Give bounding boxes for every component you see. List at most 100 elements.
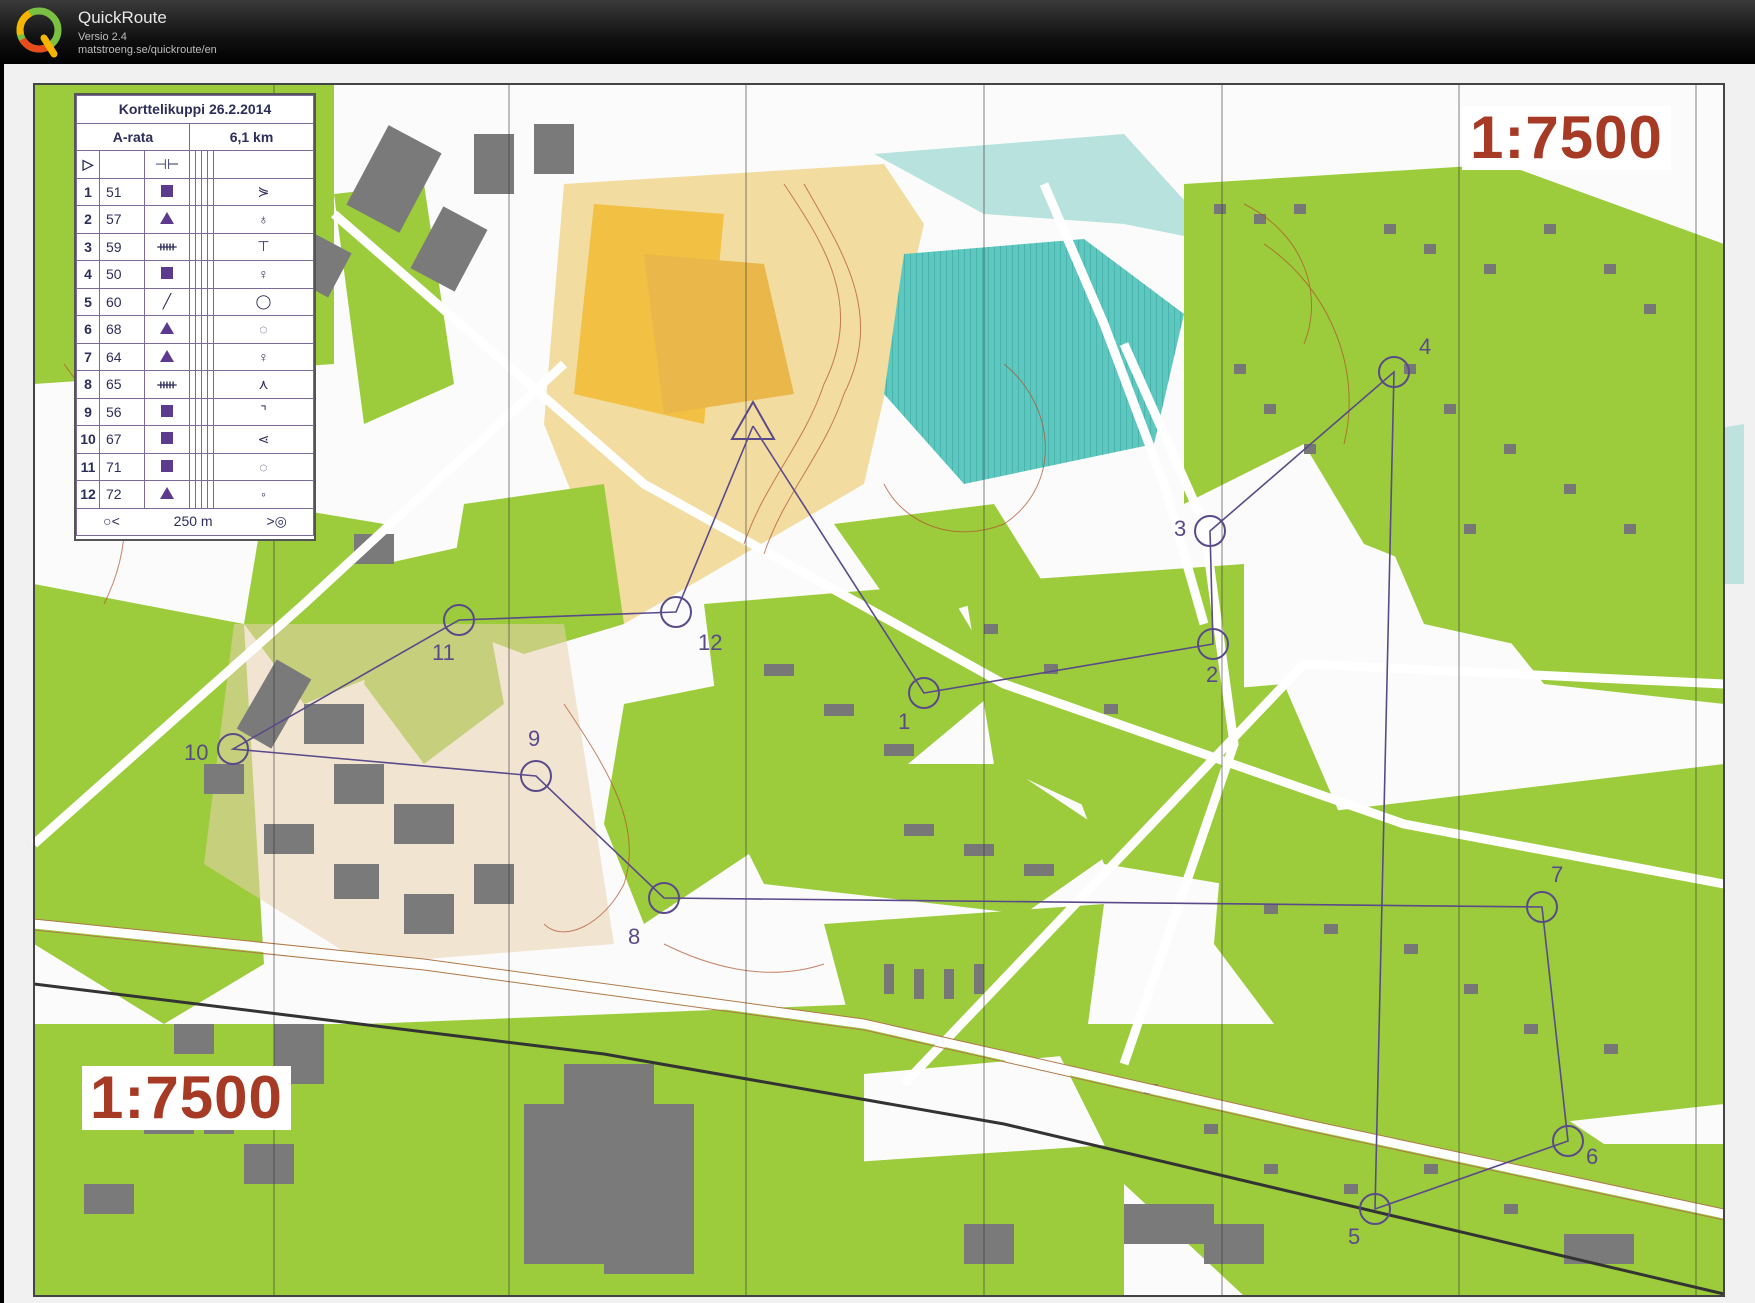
start-feature-icon: ⊣⊢ (144, 150, 190, 179)
control-code: 60 (99, 287, 145, 316)
control-number: 4 (76, 260, 100, 289)
control-row: 10 67 ⋖ (76, 425, 315, 454)
control-label: 10 (184, 740, 209, 765)
quickroute-logo-icon (16, 7, 62, 58)
control-code: 57 (99, 205, 145, 234)
scale-label-bottom: 1:7500 (82, 1066, 291, 1130)
control-row: 1 51 ⋟ (76, 177, 315, 206)
control-detail-icon: ◯ (212, 287, 315, 316)
scale-label-top: 1:7500 (1462, 106, 1671, 170)
control-number: 12 (76, 480, 100, 509)
control-label: 4 (1419, 334, 1432, 359)
control-label: 5 (1348, 1224, 1361, 1249)
control-number: 10 (76, 425, 100, 454)
control-number: 6 (76, 315, 100, 344)
square-feature-icon (161, 432, 173, 445)
control-number: 1 (76, 177, 100, 206)
control-row: 7 64 ♀ (76, 342, 315, 371)
control-feature-icon (144, 452, 190, 481)
cliff-feature-icon: ᚔ (157, 238, 177, 255)
control-row: 9 56 ⌝ (76, 397, 315, 426)
control-label: 7 (1551, 862, 1564, 887)
control-row: 2 57 ♁ (76, 205, 315, 234)
control-feature-icon (144, 342, 190, 371)
control-detail-icon: ⊤ (212, 232, 315, 261)
control-label: 3 (1174, 516, 1187, 541)
control-feature-icon (144, 205, 190, 234)
control-feature-icon: ᚔ (144, 232, 190, 261)
start-symbol: ▷ (76, 150, 100, 179)
control-number: 9 (76, 397, 100, 426)
control-detail-icon: ◌ (212, 452, 315, 481)
control-row: 3 59 ᚔ ⊤ (76, 232, 315, 261)
triangle-feature-icon (160, 322, 174, 335)
finish-distance: 250 m (173, 513, 213, 530)
control-label: 1 (898, 709, 911, 734)
title-bar: QuickRoute Versio 2.4 matstroeng.se/quic… (0, 0, 1755, 64)
control-detail-icon: ⋖ (212, 425, 315, 454)
square-feature-icon (161, 459, 173, 472)
line-feature-icon: ╱ (162, 293, 172, 310)
control-row: 6 68 ◌ (76, 315, 315, 344)
finish-left-icon: ○< (103, 513, 120, 530)
control-rows: 1 51 ⋟ 2 57 ♁ 3 59 ᚔ ⊤ 4 50 ♀ 5 60 ╱ ◯ 6 68 ◌ 7 64 ♀ 8 65 ᚔ ⋏ 9 56 ⌝ 1… (76, 177, 315, 509)
control-description-sheet: Korttelikuppi 26.2.2014 A-rata 6,1 km ▷ … (74, 93, 316, 541)
control-number: 5 (76, 287, 100, 316)
control-row: 11 71 ◌ (76, 452, 315, 481)
control-detail-icon: ◌ (212, 315, 315, 344)
control-detail-icon: ◦ (212, 480, 315, 509)
square-feature-icon (161, 267, 173, 280)
control-code: 68 (99, 315, 145, 344)
triangle-feature-icon (160, 349, 174, 362)
triangle-feature-icon (160, 212, 174, 225)
control-number: 7 (76, 342, 100, 371)
control-row: 5 60 ╱ ◯ (76, 287, 315, 316)
control-detail-icon: ⋏ (212, 370, 315, 399)
cliff-feature-icon: ᚔ (157, 375, 177, 392)
control-label: 12 (698, 630, 723, 655)
control-detail-icon: ♀ (212, 342, 315, 371)
control-code: 56 (99, 397, 145, 426)
control-row: 12 72 ◦ (76, 480, 315, 509)
control-description-table: Korttelikuppi 26.2.2014 A-rata 6,1 km ▷ … (76, 95, 315, 536)
control-detail-icon: ⋟ (212, 177, 315, 206)
control-row: 8 65 ᚔ ⋏ (76, 370, 315, 399)
control-feature-icon (144, 315, 190, 344)
control-label: 11 (432, 640, 455, 665)
app-version: Versio 2.4 (78, 31, 127, 43)
control-label: 8 (628, 924, 641, 949)
control-row: 4 50 ♀ (76, 260, 315, 289)
control-number: 2 (76, 205, 100, 234)
app-title: QuickRoute (78, 8, 167, 27)
control-number: 8 (76, 370, 100, 399)
control-code: 51 (99, 177, 145, 206)
square-feature-icon (161, 184, 173, 197)
control-label: 2 (1206, 662, 1219, 687)
control-code: 65 (99, 370, 145, 399)
control-code: 67 (99, 425, 145, 454)
control-number: 3 (76, 232, 100, 261)
course-length: 6,1 km (189, 122, 314, 151)
control-code: 59 (99, 232, 145, 261)
finish-right-icon: >◎ (266, 513, 287, 530)
control-feature-icon: ᚔ (144, 370, 190, 399)
control-number: 11 (76, 452, 100, 481)
course-name: A-rata (76, 122, 190, 151)
control-feature-icon (144, 425, 190, 454)
triangle-feature-icon (160, 487, 174, 500)
control-label: 9 (528, 726, 541, 751)
square-feature-icon (161, 404, 173, 417)
control-feature-icon (144, 177, 190, 206)
control-feature-icon (144, 397, 190, 426)
control-code: 50 (99, 260, 145, 289)
app-url[interactable]: matstroeng.se/quickroute/en (78, 44, 217, 56)
control-label: 6 (1586, 1144, 1599, 1169)
control-code: 64 (99, 342, 145, 371)
finish-row: ○< 250 m >◎ (76, 507, 314, 536)
control-code: 72 (99, 480, 145, 509)
control-detail-icon: ⌝ (212, 397, 315, 426)
control-detail-icon: ♀ (212, 260, 315, 289)
event-title: Korttelikuppi 26.2.2014 (76, 95, 314, 124)
control-feature-icon: ╱ (144, 287, 190, 316)
control-detail-icon: ♁ (212, 205, 315, 234)
